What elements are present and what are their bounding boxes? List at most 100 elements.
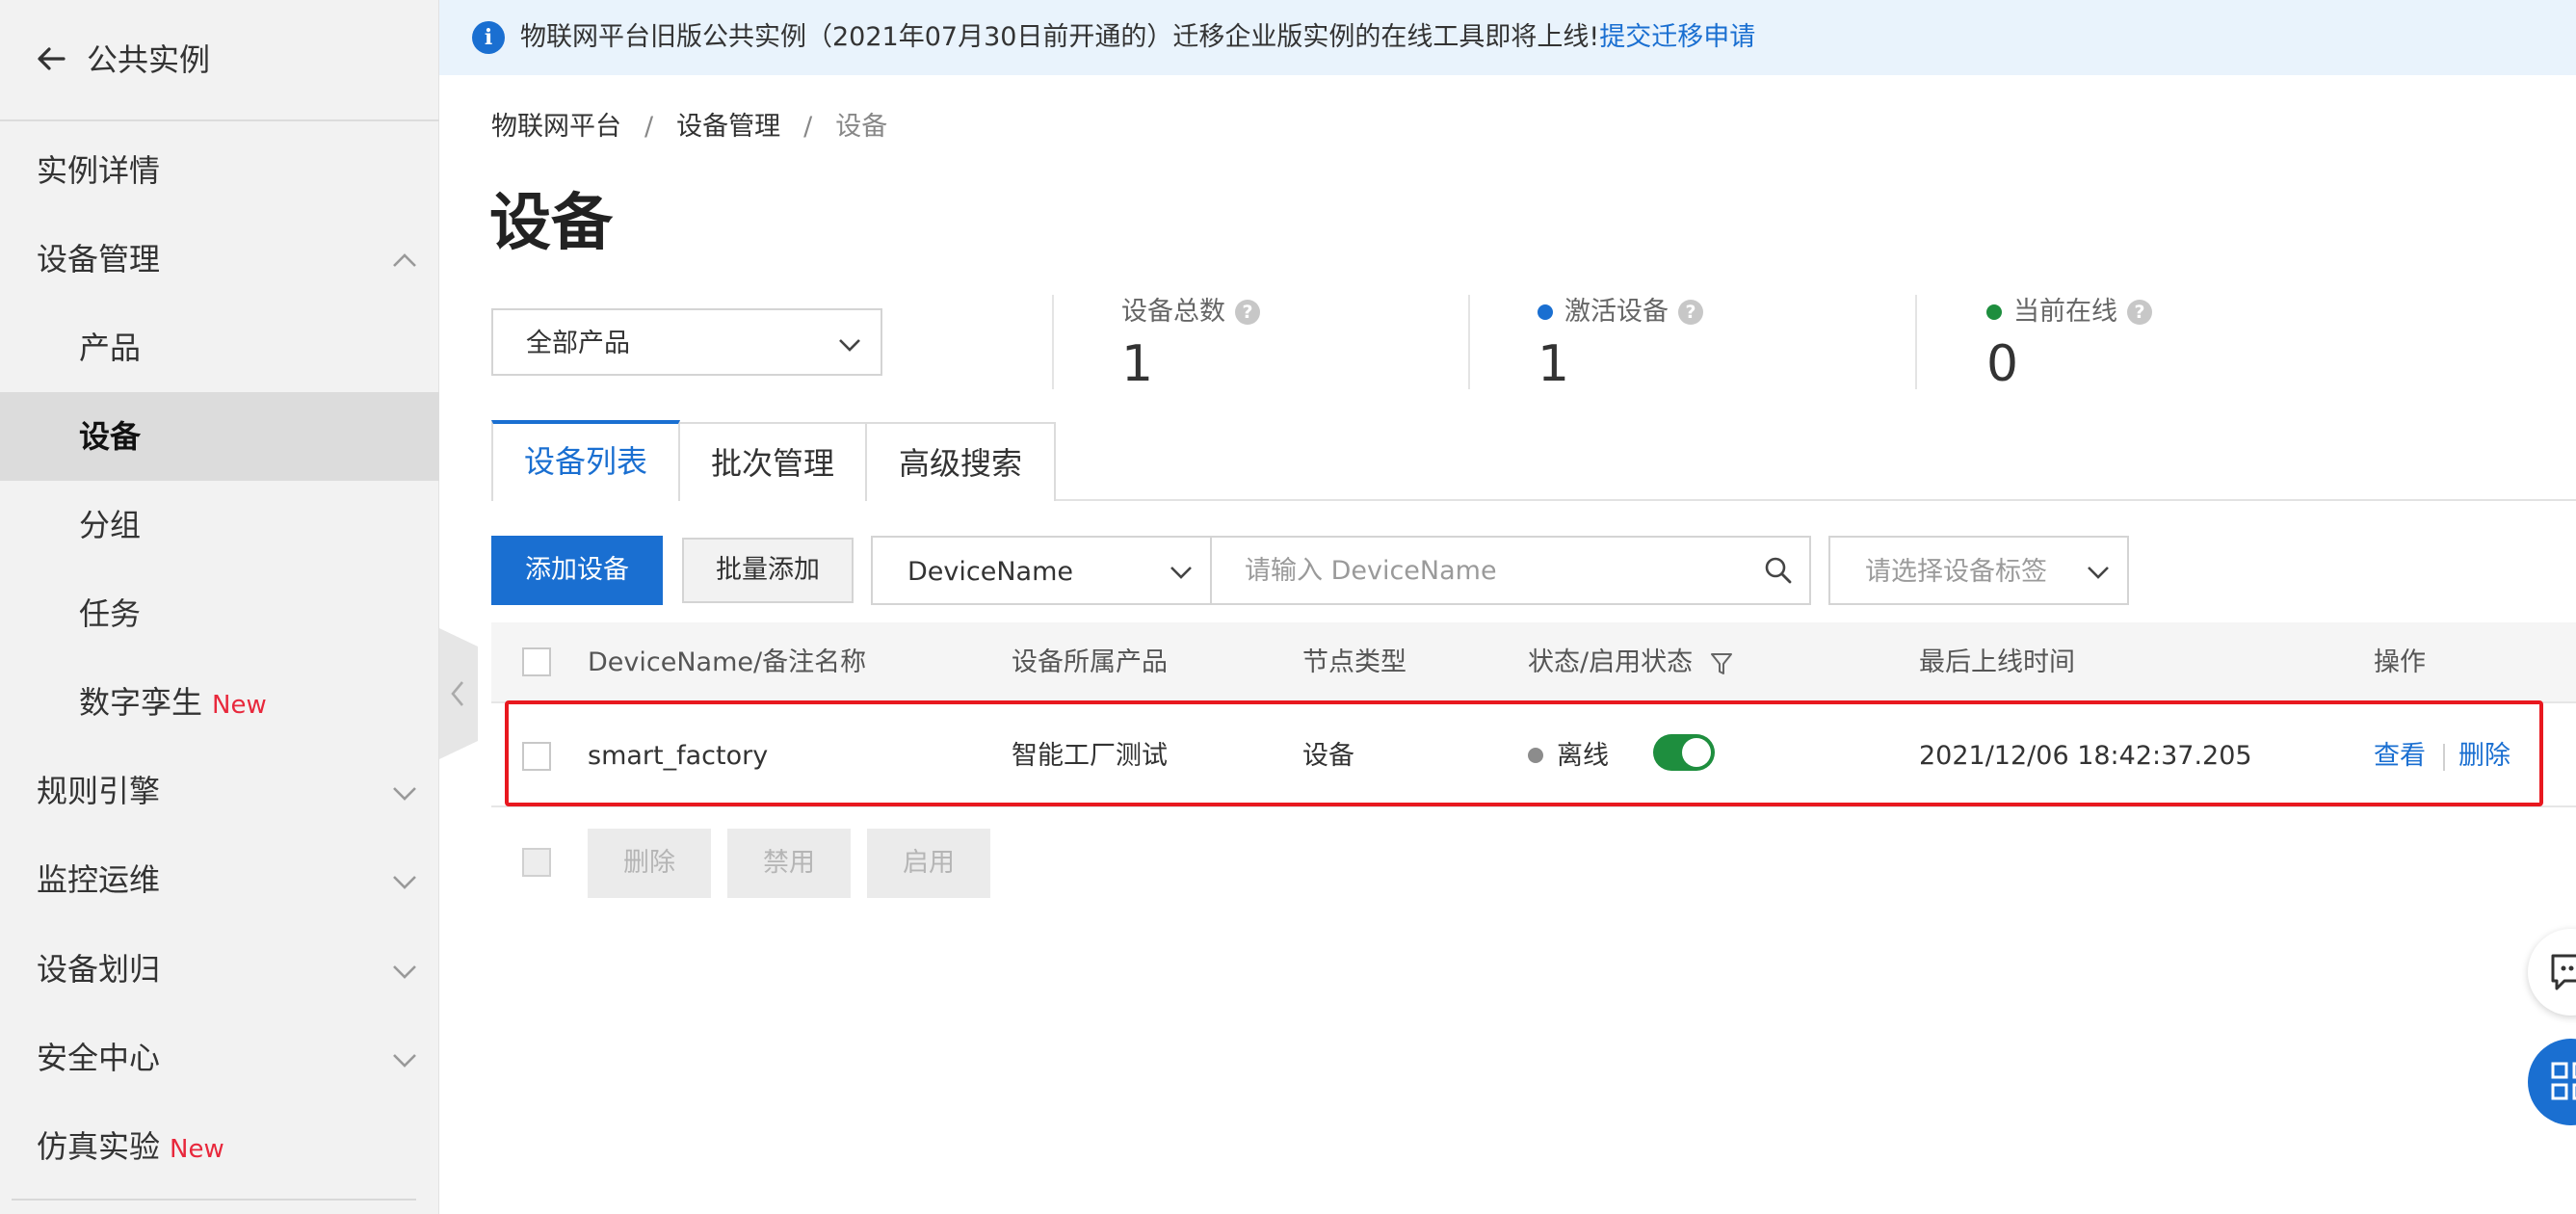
apps-icon (2551, 1062, 2576, 1100)
stat-label-row: 设备总数? (1121, 293, 1260, 331)
table-header: DeviceName/备注名称 设备所属产品 节点类型 状态/启用状态 最后上线… (491, 622, 2576, 703)
sidebar-item-label: 安全中心 (37, 1040, 161, 1076)
device-tag-select[interactable]: 请选择设备标签 (1828, 536, 2129, 605)
sidebar: 公共实例 实例详情 设备管理 产品 设备 分组 任务 数字孪生 New 规则引擎 … (0, 0, 439, 1214)
table-row: smart_factory 智能工厂测试 设备 离线 2021/12/06 18… (491, 705, 2576, 807)
sidebar-item-security-center[interactable]: 安全中心 (0, 1014, 439, 1102)
column-header-product: 设备所属产品 (1012, 647, 1168, 677)
breadcrumb-iot-platform[interactable]: 物联网平台 (491, 112, 621, 142)
filter-icon[interactable] (1709, 650, 1734, 677)
device-search-input[interactable] (1212, 538, 1751, 603)
sidebar-item-tasks[interactable]: 任务 (0, 569, 439, 658)
column-header-status: 状态/启用状态 (1528, 644, 1734, 682)
offline-status-dot (1528, 747, 1543, 763)
stat-divider (1468, 295, 1470, 389)
sidebar-item-label: 监控运维 (37, 861, 161, 898)
stat-activated-devices: 激活设备? 1 (1538, 293, 1703, 395)
row-checkbox[interactable] (522, 742, 551, 771)
bulk-delete-button[interactable]: 删除 (588, 829, 711, 898)
sidebar-item-device-assignment[interactable]: 设备划归 (0, 925, 439, 1014)
stat-label: 设备总数 (1121, 297, 1225, 327)
chevron-down-icon (2088, 567, 2109, 579)
product-filter-value: 全部产品 (526, 329, 630, 358)
enable-toggle[interactable] (1653, 734, 1715, 771)
last-online-cell: 2021/12/06 18:42:37.205 (1919, 741, 2252, 771)
breadcrumb: 物联网平台 / 设备管理 / 设备 (491, 108, 887, 146)
banner-message: 物联网平台旧版公共实例（2021年07月30日前开通的）迁移企业版实例的在线工具… (520, 22, 1600, 52)
tab-batch-management[interactable]: 批次管理 (678, 422, 867, 501)
sidebar-item-label: 数字孪生 New (79, 681, 267, 726)
device-tag-placeholder: 请选择设备标签 (1865, 557, 2047, 587)
sidebar-item-label: 实例详情 (37, 152, 161, 189)
breadcrumb-separator: / (803, 112, 813, 142)
chat-float-button[interactable] (2528, 929, 2576, 1016)
sidebar-item-rules-engine[interactable]: 规则引擎 (0, 747, 439, 835)
sidebar-item-text: 数字孪生 (79, 684, 203, 721)
column-header-actions: 操作 (2374, 647, 2426, 677)
apps-float-button[interactable] (2528, 1039, 2576, 1125)
breadcrumb-device-management[interactable]: 设备管理 (676, 112, 780, 142)
bulk-select-checkbox[interactable] (522, 848, 551, 877)
batch-add-button[interactable]: 批量添加 (682, 538, 854, 603)
sidebar-item-digital-twin[interactable]: 数字孪生 New (0, 658, 439, 747)
column-header-device-name: DeviceName/备注名称 (588, 647, 867, 677)
stat-online-devices: 当前在线? 0 (1986, 293, 2152, 395)
sidebar-item-label: 设备 (79, 418, 142, 455)
chat-icon (2551, 954, 2576, 990)
sidebar-title: 公共实例 (87, 41, 211, 78)
sidebar-item-devices[interactable]: 设备 (0, 392, 439, 481)
chevron-up-icon (393, 253, 416, 267)
column-header-status-text: 状态/启用状态 (1528, 647, 1694, 677)
tab-device-list[interactable]: 设备列表 (491, 420, 680, 501)
search-field-select[interactable]: DeviceName (871, 536, 1212, 605)
stat-label-row: 当前在线? (1986, 293, 2152, 331)
help-icon[interactable]: ? (1235, 300, 1260, 325)
blue-dot-icon (1538, 304, 1553, 320)
sidebar-item-text: 仿真实验 (37, 1128, 161, 1165)
tab-advanced-search[interactable]: 高级搜索 (865, 422, 1056, 501)
sidebar-collapse-handle[interactable] (439, 628, 478, 759)
add-device-button[interactable]: 添加设备 (491, 536, 663, 605)
stat-label-row: 激活设备? (1538, 293, 1703, 331)
sidebar-item-label: 任务 (79, 595, 142, 632)
product-filter-select[interactable]: 全部产品 (491, 308, 882, 376)
delete-device-link[interactable]: 删除 (2458, 737, 2510, 776)
stat-value: 0 (1986, 335, 2019, 393)
sidebar-item-simulation[interactable]: 仿真实验 New (0, 1102, 439, 1191)
sidebar-item-monitoring[interactable]: 监控运维 (0, 835, 439, 924)
new-badge: New (170, 1135, 224, 1164)
select-all-checkbox[interactable] (522, 647, 551, 676)
sidebar-item-products[interactable]: 产品 (0, 304, 439, 392)
chevron-down-icon (393, 787, 416, 801)
stat-divider (1052, 295, 1054, 389)
sidebar-item-label: 分组 (79, 507, 142, 543)
submit-migration-link[interactable]: 提交迁移申请 (1599, 22, 1755, 52)
sidebar-item-device-management[interactable]: 设备管理 (0, 215, 439, 304)
chevron-down-icon (393, 1054, 416, 1068)
back-arrow-icon[interactable] (35, 42, 67, 75)
sidebar-item-label: 设备管理 (37, 241, 161, 277)
search-icon[interactable] (1763, 555, 1794, 586)
stat-label: 激活设备 (1564, 297, 1669, 327)
bulk-disable-button[interactable]: 禁用 (727, 829, 851, 898)
stat-divider (1915, 295, 1917, 389)
info-icon: i (472, 21, 505, 54)
chevron-down-icon (839, 339, 860, 352)
stat-total-devices: 设备总数? 1 (1121, 293, 1260, 395)
help-icon[interactable]: ? (2127, 300, 2152, 325)
node-type-cell: 设备 (1302, 741, 1354, 771)
sidebar-item-label: 规则引擎 (37, 773, 161, 809)
view-device-link[interactable]: 查看 (2374, 737, 2426, 776)
sidebar-item-instance-details[interactable]: 实例详情 (0, 126, 439, 215)
stat-value: 1 (1538, 335, 1570, 393)
device-search-box (1210, 536, 1811, 605)
bulk-enable-button[interactable]: 启用 (867, 829, 990, 898)
sidebar-item-groups[interactable]: 分组 (0, 481, 439, 569)
device-name-cell: smart_factory (588, 741, 769, 771)
page-title: 设备 (489, 188, 613, 259)
new-badge: New (212, 691, 267, 720)
help-icon[interactable]: ? (1678, 300, 1703, 325)
status-text: 离线 (1557, 741, 1609, 771)
search-field-value: DeviceName (907, 557, 1073, 587)
notice-banner: i 物联网平台旧版公共实例（2021年07月30日前开通的）迁移企业版实例的在线… (439, 0, 2576, 75)
